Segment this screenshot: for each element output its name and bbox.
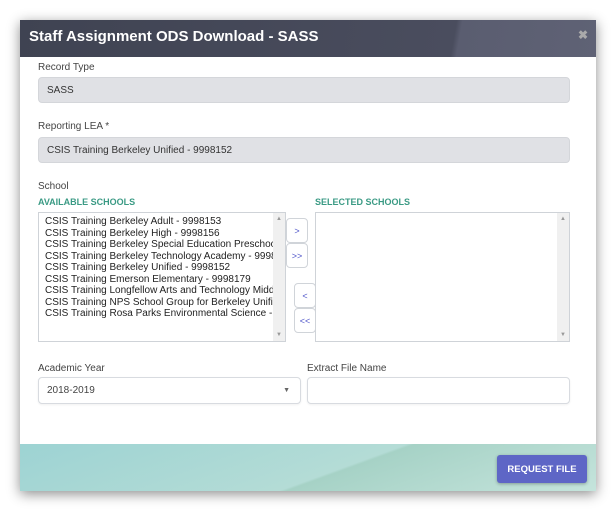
extract-file-name-input[interactable] (307, 377, 570, 404)
list-item[interactable]: CSIS Training Emerson Elementary - 99981… (45, 274, 267, 286)
academic-year-value: 2018-2019 (47, 385, 95, 396)
remove-all-button[interactable]: << (294, 308, 316, 333)
available-schools-items: CSIS Training Berkeley Adult - 9998153 CS… (39, 213, 273, 323)
selected-schools-list[interactable]: ▲ ▼ (315, 212, 570, 342)
staff-assignment-modal: Staff Assignment ODS Download - SASS ✖ R… (20, 20, 596, 491)
remove-button[interactable]: < (294, 283, 316, 308)
list-item[interactable]: CSIS Training Berkeley Special Education… (45, 239, 273, 251)
add-button[interactable]: > (286, 218, 308, 243)
reporting-lea-label: Reporting LEA * (38, 121, 110, 132)
academic-year-select[interactable]: 2018-2019 ▼ (38, 377, 301, 404)
list-item[interactable]: CSIS Training Berkeley High - 9998156 (45, 228, 267, 240)
modal-title: Staff Assignment ODS Download - SASS (29, 28, 319, 45)
available-schools-heading: AVAILABLE SCHOOLS (38, 197, 136, 207)
reporting-lea-field: CSIS Training Berkeley Unified - 9998152 (38, 137, 570, 163)
list-item[interactable]: CSIS Training Berkeley Unified - 9998152 (45, 262, 267, 274)
chevron-down-icon: ▼ (283, 387, 290, 394)
record-type-label: Record Type (38, 62, 95, 73)
academic-year-label: Academic Year (38, 363, 105, 374)
modal-footer: REQUEST FILE (20, 444, 596, 491)
extract-file-name-label: Extract File Name (307, 363, 387, 374)
selected-schools-items (316, 213, 557, 219)
list-item[interactable]: CSIS Training Berkeley Technology Academ… (45, 251, 273, 263)
add-all-button[interactable]: >> (286, 243, 308, 268)
list-item[interactable]: CSIS Training Berkeley Adult - 9998153 (45, 216, 267, 228)
list-item[interactable]: CSIS Training Rosa Parks Environmental S… (45, 308, 273, 320)
close-icon[interactable]: ✖ (578, 28, 588, 42)
scroll-up-icon[interactable]: ▲ (276, 216, 282, 222)
selected-schools-heading: SELECTED SCHOOLS (315, 197, 411, 207)
scroll-down-icon[interactable]: ▼ (276, 332, 282, 338)
list-item[interactable]: CSIS Training Longfellow Arts and Techno… (45, 285, 273, 297)
request-file-button[interactable]: REQUEST FILE (497, 455, 587, 483)
list-item[interactable]: CSIS Training NPS School Group for Berke… (45, 297, 273, 309)
record-type-field: SASS (38, 77, 570, 103)
scroll-down-icon[interactable]: ▼ (560, 332, 566, 338)
scrollbar[interactable]: ▲ ▼ (557, 213, 569, 341)
modal-header: Staff Assignment ODS Download - SASS ✖ (20, 20, 596, 57)
available-schools-list[interactable]: CSIS Training Berkeley Adult - 9998153 CS… (38, 212, 286, 342)
scrollbar[interactable]: ▲ ▼ (273, 213, 285, 341)
scroll-up-icon[interactable]: ▲ (560, 216, 566, 222)
school-label: School (38, 181, 69, 192)
